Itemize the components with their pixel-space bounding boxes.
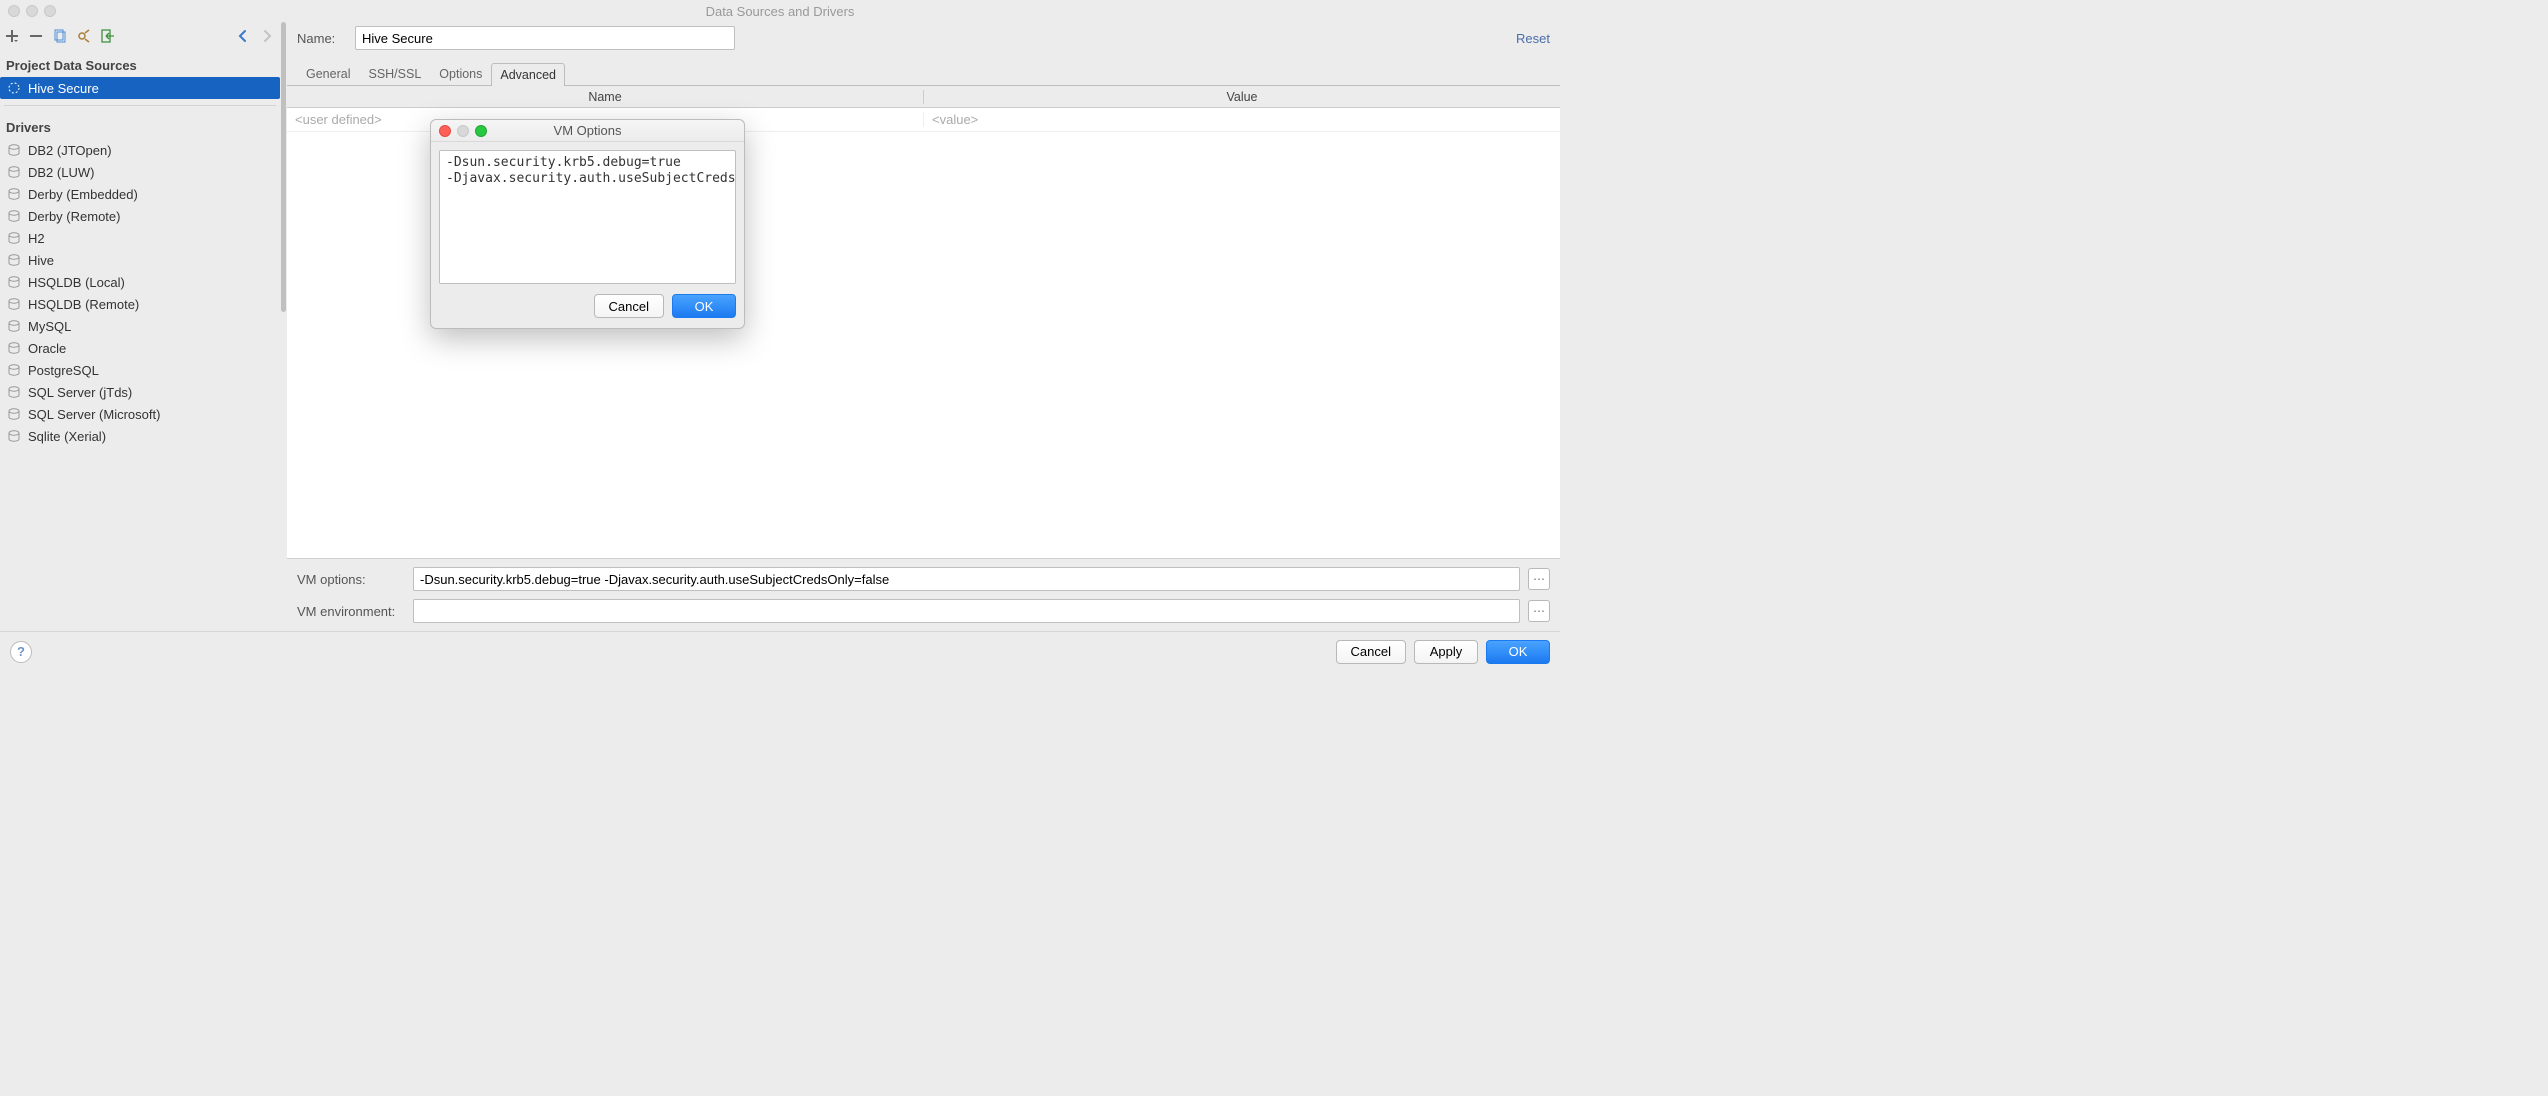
sidebar: Project Data Sources Hive Secure Drivers…: [0, 22, 280, 631]
settings-icon[interactable]: [76, 28, 92, 44]
forward-icon: [258, 27, 276, 45]
driver-icon: [6, 142, 22, 158]
datasource-icon: [6, 80, 22, 96]
vm-options-expand-button[interactable]: ⋯: [1528, 568, 1550, 590]
driver-item[interactable]: HSQLDB (Remote): [0, 293, 280, 315]
driver-icon: [6, 318, 22, 334]
window-zoom-disabled-icon: [44, 5, 56, 17]
driver-item-label: H2: [28, 231, 45, 246]
dialog-close-icon[interactable]: [439, 125, 451, 137]
driver-icon: [6, 428, 22, 444]
driver-item[interactable]: DB2 (JTOpen): [0, 139, 280, 161]
vm-environment-input[interactable]: [413, 599, 1520, 623]
driver-item[interactable]: SQL Server (jTds): [0, 381, 280, 403]
tab-options[interactable]: Options: [430, 62, 491, 85]
driver-icon: [6, 186, 22, 202]
grid-placeholder-value[interactable]: <value>: [924, 112, 1560, 127]
driver-item[interactable]: SQL Server (Microsoft): [0, 403, 280, 425]
dialog-footer: ? Cancel Apply OK: [0, 631, 1560, 671]
dialog-ok-button[interactable]: OK: [672, 294, 736, 318]
add-icon[interactable]: [4, 28, 20, 44]
driver-item-label: MySQL: [28, 319, 71, 334]
vm-options-textarea[interactable]: -Dsun.security.krb5.debug=true -Djavax.s…: [439, 150, 736, 284]
sidebar-divider: [4, 105, 276, 106]
driver-item[interactable]: MySQL: [0, 315, 280, 337]
driver-item[interactable]: Derby (Embedded): [0, 183, 280, 205]
split-handle[interactable]: [280, 22, 287, 631]
dialog-zoom-icon[interactable]: [475, 125, 487, 137]
driver-icon: [6, 252, 22, 268]
remove-icon[interactable]: [28, 28, 44, 44]
tab-ssh-ssl[interactable]: SSH/SSL: [359, 62, 430, 85]
apply-button[interactable]: Apply: [1414, 640, 1478, 664]
cancel-button[interactable]: Cancel: [1336, 640, 1406, 664]
driver-item-label: Derby (Embedded): [28, 187, 138, 202]
vm-environment-label: VM environment:: [297, 604, 405, 619]
section-drivers: Drivers: [0, 112, 280, 139]
driver-icon: [6, 340, 22, 356]
driver-item-label: Derby (Remote): [28, 209, 120, 224]
driver-item[interactable]: Hive: [0, 249, 280, 271]
datasource-item-label: Hive Secure: [28, 81, 99, 96]
tab-general[interactable]: General: [297, 62, 359, 85]
back-icon[interactable]: [234, 27, 252, 45]
driver-item-label: Oracle: [28, 341, 66, 356]
ellipsis-icon: ⋯: [1533, 572, 1545, 586]
import-icon[interactable]: [100, 28, 116, 44]
copy-icon[interactable]: [52, 28, 68, 44]
driver-icon: [6, 208, 22, 224]
driver-item-label: HSQLDB (Remote): [28, 297, 139, 312]
help-button[interactable]: ?: [10, 641, 32, 663]
driver-item-label: HSQLDB (Local): [28, 275, 125, 290]
driver-item-label: Sqlite (Xerial): [28, 429, 106, 444]
dialog-cancel-button[interactable]: Cancel: [594, 294, 664, 318]
driver-icon: [6, 384, 22, 400]
sidebar-scroll[interactable]: Project Data Sources Hive Secure Drivers…: [0, 50, 280, 631]
grid-header-value[interactable]: Value: [924, 90, 1560, 104]
ok-button[interactable]: OK: [1486, 640, 1550, 664]
driver-item-label: PostgreSQL: [28, 363, 99, 378]
driver-icon: [6, 274, 22, 290]
window-minimize-disabled-icon: [26, 5, 38, 17]
driver-item-label: SQL Server (jTds): [28, 385, 132, 400]
name-input[interactable]: [355, 26, 735, 50]
ellipsis-icon: ⋯: [1533, 604, 1545, 618]
reset-link[interactable]: Reset: [1516, 31, 1550, 46]
driver-item[interactable]: H2: [0, 227, 280, 249]
driver-item[interactable]: DB2 (LUW): [0, 161, 280, 183]
vm-options-dialog: VM Options -Dsun.security.krb5.debug=tru…: [430, 119, 745, 329]
datasource-item-hive-secure[interactable]: Hive Secure: [0, 77, 280, 99]
window-title: Data Sources and Drivers: [8, 4, 1552, 19]
dialog-minimize-disabled-icon: [457, 125, 469, 137]
driver-item[interactable]: Sqlite (Xerial): [0, 425, 280, 447]
grid-header-name[interactable]: Name: [287, 90, 924, 104]
driver-icon: [6, 362, 22, 378]
driver-item[interactable]: PostgreSQL: [0, 359, 280, 381]
vm-options-label: VM options:: [297, 572, 405, 587]
window-close-disabled-icon: [8, 5, 20, 17]
driver-item[interactable]: Derby (Remote): [0, 205, 280, 227]
tab-advanced[interactable]: Advanced: [491, 63, 565, 86]
driver-item[interactable]: Oracle: [0, 337, 280, 359]
vm-environment-expand-button[interactable]: ⋯: [1528, 600, 1550, 622]
driver-icon: [6, 164, 22, 180]
scrollbar-thumb[interactable]: [281, 22, 286, 312]
driver-item[interactable]: HSQLDB (Local): [0, 271, 280, 293]
driver-item-label: DB2 (JTOpen): [28, 143, 112, 158]
driver-item-label: DB2 (LUW): [28, 165, 94, 180]
name-label: Name:: [297, 31, 347, 46]
driver-icon: [6, 230, 22, 246]
section-project-data-sources: Project Data Sources: [0, 50, 280, 77]
titlebar: Data Sources and Drivers: [0, 0, 1560, 22]
tabs: General SSH/SSL Options Advanced: [287, 60, 1560, 86]
driver-item-label: SQL Server (Microsoft): [28, 407, 160, 422]
driver-item-label: Hive: [28, 253, 54, 268]
driver-icon: [6, 406, 22, 422]
driver-icon: [6, 296, 22, 312]
vm-options-input[interactable]: [413, 567, 1520, 591]
